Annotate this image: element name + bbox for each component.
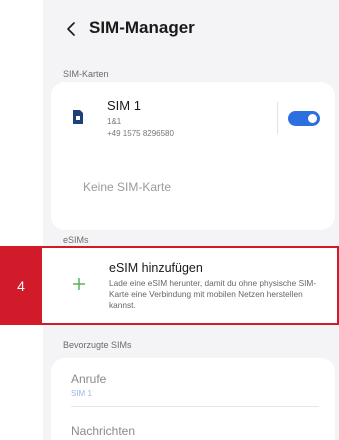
calls-row[interactable]: Anrufe SIM 1 [51, 358, 335, 404]
page-title: SIM-Manager [89, 18, 195, 37]
add-esim-title: eSIM hinzufügen [109, 261, 203, 275]
sim1-name: SIM 1 [107, 98, 141, 113]
messages-row[interactable]: Nachrichten [51, 408, 335, 440]
sim1-number: +49 1575 8296580 [107, 129, 174, 138]
toggle-knob [308, 114, 317, 123]
section-label-esims: eSIMs [63, 235, 89, 245]
back-arrow-icon[interactable] [65, 22, 79, 36]
plus-icon [73, 278, 85, 290]
section-label-sim-cards: SIM-Karten [63, 69, 109, 79]
sim1-toggle[interactable] [288, 111, 320, 126]
step-number-badge: 4 [0, 246, 42, 325]
sim1-row[interactable]: SIM 1 1&1 +49 1575 8296580 [51, 82, 335, 156]
sim-card-icon [73, 110, 83, 124]
add-esim-description: Lade eine eSIM herunter, damit du ohne p… [109, 278, 317, 310]
sim-manager-screen: SIM-Manager SIM-Karten SIM 1 1&1 +49 157… [43, 0, 339, 440]
calls-label: Anrufe [71, 372, 107, 386]
sim1-carrier: 1&1 [107, 117, 122, 126]
empty-sim-slot: Keine SIM-Karte [83, 180, 172, 194]
section-label-preferred: Bevorzugte SIMs [63, 340, 132, 350]
calls-value: SIM 1 [71, 389, 92, 398]
header: SIM-Manager [43, 0, 339, 56]
messages-label: Nachrichten [71, 424, 136, 438]
toggle-divider [277, 102, 278, 134]
add-esim-item[interactable]: eSIM hinzufügen Lade eine eSIM herunter,… [43, 247, 339, 324]
preferred-sims-card: Anrufe SIM 1 Nachrichten [51, 358, 335, 440]
row-divider [71, 406, 319, 407]
sim-cards-card: SIM 1 1&1 +49 1575 8296580 Keine SIM-Kar… [51, 82, 335, 230]
